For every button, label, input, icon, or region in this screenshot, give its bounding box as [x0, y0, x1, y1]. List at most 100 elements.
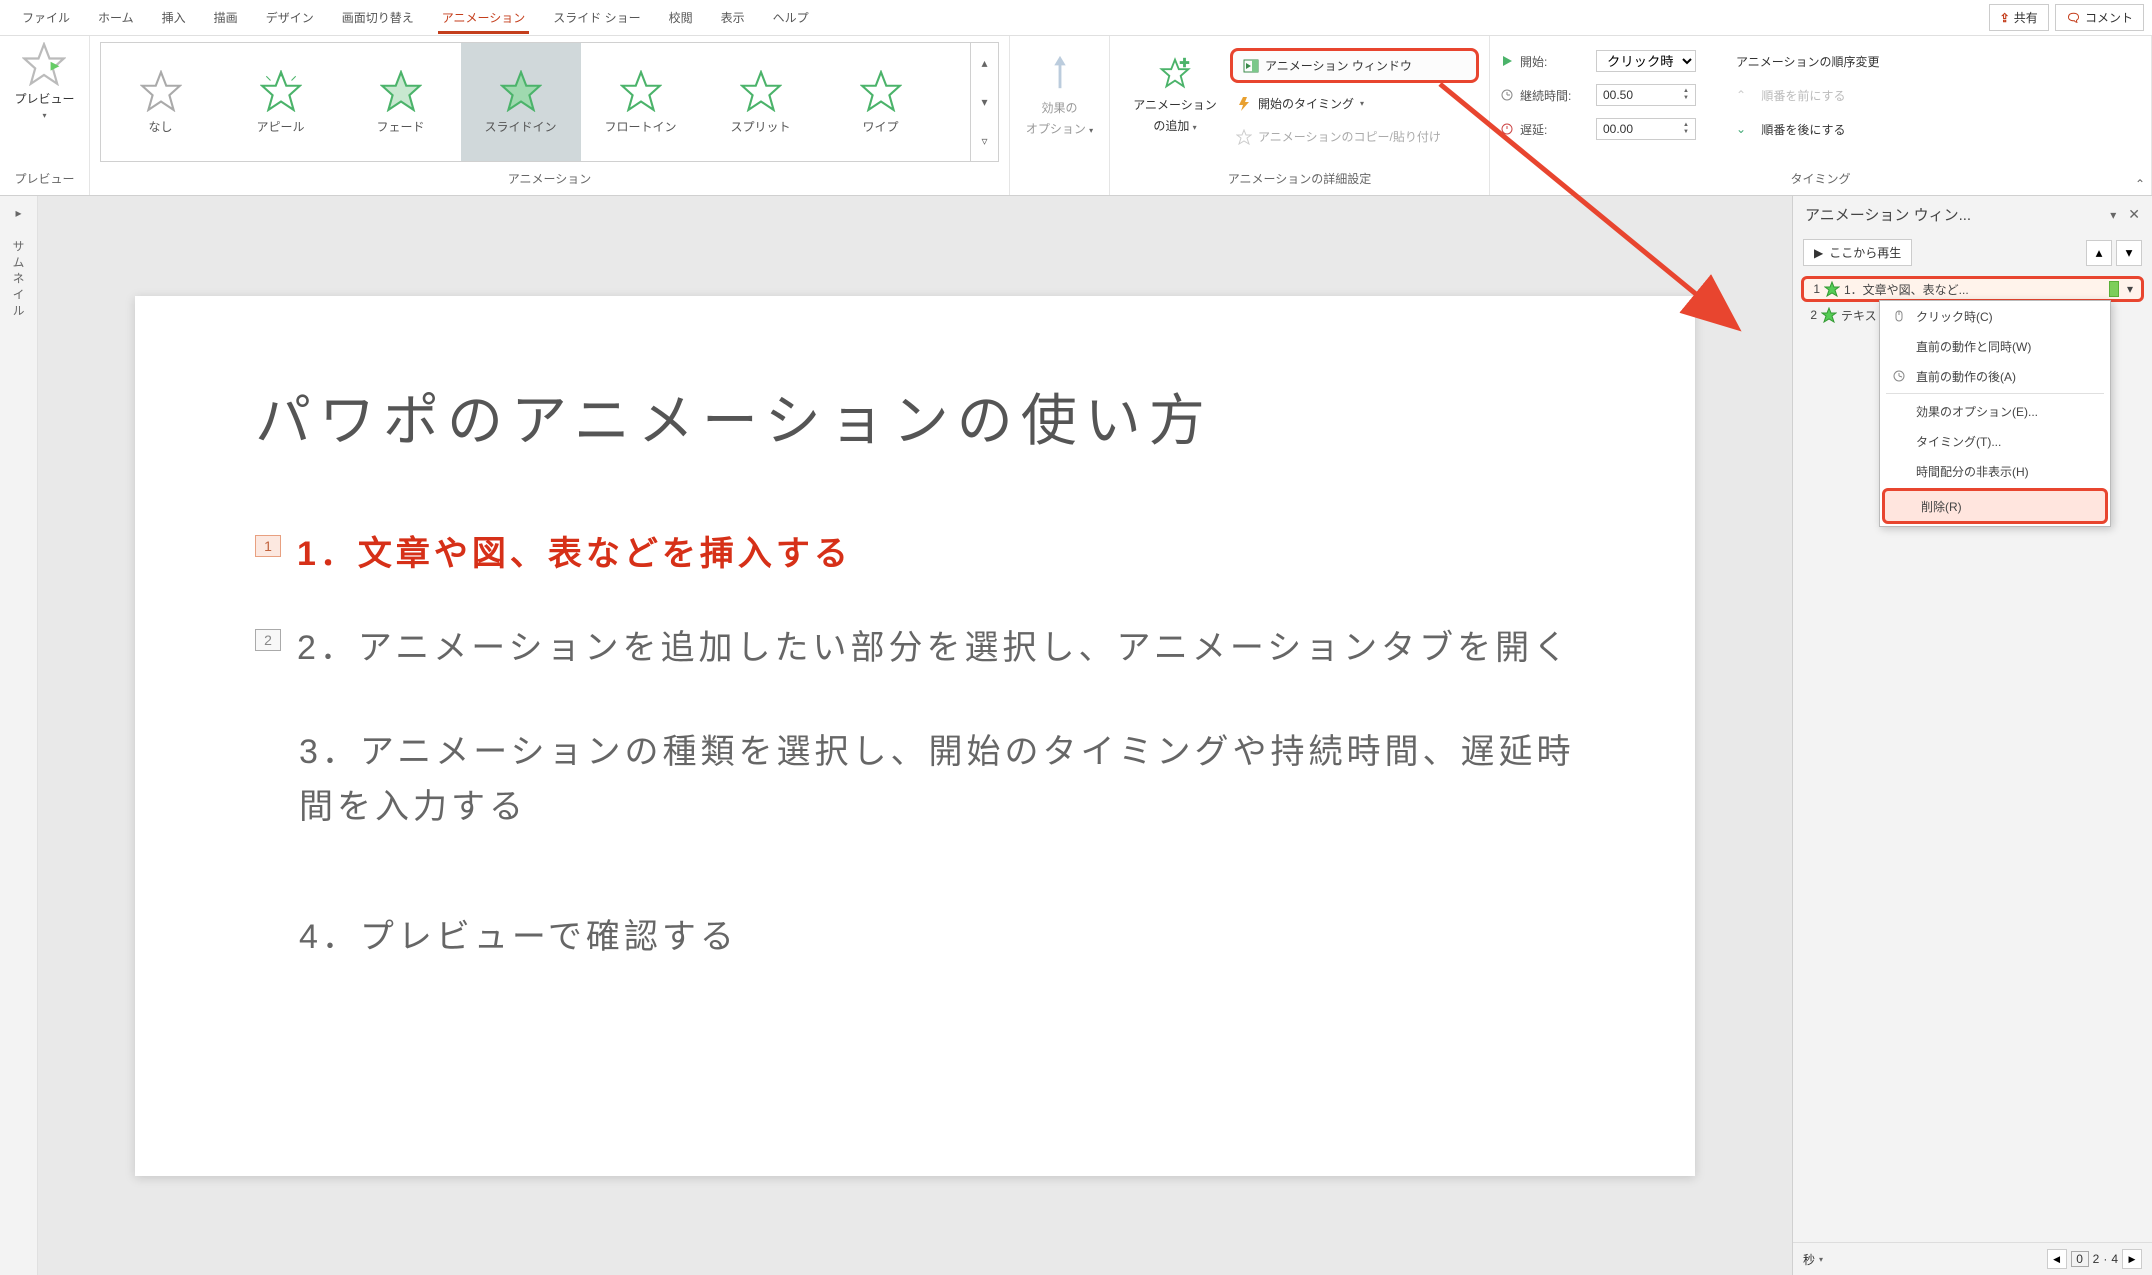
group-preview-label: プレビュー	[14, 170, 74, 191]
timeline-pos-2: 2	[2093, 1252, 2100, 1266]
thumbnail-strip[interactable]: ▸ サムネイル	[0, 196, 38, 1275]
group-timing: 開始: クリック時 継続時間: 00.50▲▼ 遅延: 00.00▲▼ アニメー…	[1490, 36, 2152, 195]
context-menu: クリック時(C) 直前の動作と同時(W) 直前の動作の後(A) 効果のオプション…	[1879, 300, 2111, 527]
anim-slidein[interactable]: スライドイン	[461, 43, 581, 161]
gallery-scroll-up-icon[interactable]: ▴	[971, 43, 998, 82]
expand-thumbnails-icon[interactable]: ▸	[15, 206, 21, 220]
add-animation-button[interactable]: アニメーション の追加 ▾	[1120, 42, 1230, 170]
timeline-current: 0	[2071, 1251, 2089, 1267]
gallery-more[interactable]: ▴ ▾ ▿	[970, 43, 998, 161]
duration-spinner[interactable]: 00.50▲▼	[1596, 84, 1696, 106]
animation-painter-button: アニメーションのコピー/貼り付け	[1230, 124, 1479, 149]
timeline-next-button[interactable]: ▶	[2122, 1249, 2142, 1269]
share-button[interactable]: ⇪共有	[1989, 4, 2049, 31]
anim-split[interactable]: スプリット	[701, 43, 821, 161]
star-icon	[1824, 281, 1840, 297]
cm-after-previous[interactable]: 直前の動作の後(A)	[1880, 361, 2110, 391]
group-advanced-label: アニメーションの詳細設定	[1120, 170, 1479, 191]
reorder-label: アニメーションの順序変更	[1736, 48, 1880, 74]
cm-on-click[interactable]: クリック時(C)	[1880, 301, 2110, 331]
move-earlier-button: ⌃ 順番を前にする	[1736, 82, 1880, 108]
gallery-expand-icon[interactable]: ▿	[971, 122, 998, 161]
delay-icon	[1500, 122, 1514, 136]
timeline-prev-button[interactable]: ◀	[2047, 1249, 2067, 1269]
effect-options-button: 効果の オプション ▾	[1026, 54, 1093, 137]
group-gallery-label: アニメーション	[100, 170, 999, 191]
play-from-here-button[interactable]: ▶ ここから再生	[1803, 239, 1912, 266]
anim-appear[interactable]: アピール	[221, 43, 341, 161]
pane-options-icon[interactable]: ▾	[2110, 208, 2116, 222]
anim-tag-2[interactable]: 2	[255, 629, 281, 651]
effect-arrow-icon	[1041, 54, 1079, 95]
cm-timing[interactable]: タイミング(T)...	[1880, 426, 2110, 456]
anim-tag-1[interactable]: 1	[255, 535, 281, 557]
anim-list-item-1[interactable]: 1 1．文章や図、表など... ▾	[1801, 276, 2144, 302]
timing-delay: 遅延: 00.00▲▼	[1500, 116, 1696, 142]
preview-star-icon	[22, 42, 66, 86]
animation-pane-title: アニメーション ウィン...	[1805, 204, 2104, 225]
anim-none[interactable]: なし	[101, 43, 221, 161]
tab-view[interactable]: 表示	[707, 0, 759, 36]
close-pane-icon[interactable]: ✕	[2128, 206, 2140, 223]
group-animation-gallery: なし アピール フェード スライドイン フロートイン	[90, 36, 1010, 195]
slide-bullet-2: 2．アニメーションを追加したい部分を選択し、アニメーションタブを開く	[297, 621, 1571, 675]
timeline-pos-4: 4	[2111, 1252, 2118, 1266]
timing-duration: 継続時間: 00.50▲▼	[1500, 82, 1696, 108]
move-down-button[interactable]: ▾	[2116, 240, 2142, 266]
tab-insert[interactable]: 挿入	[148, 0, 200, 36]
ribbon: プレビュー ▾ プレビュー なし アピール フェード	[0, 36, 2152, 196]
animation-pane-footer: 秒▾ ◀ 0 2 · 4 ▶	[1793, 1242, 2152, 1275]
anim-floatin[interactable]: フロートイン	[581, 43, 701, 161]
tab-animations[interactable]: アニメーション	[428, 0, 540, 36]
preview-button[interactable]: プレビュー ▾	[14, 42, 74, 120]
slide-canvas-area: パワポのアニメーションの使い方 1 1．文章や図、表などを挿入する 2 2．アニ…	[38, 196, 1792, 1275]
tab-design[interactable]: デザイン	[252, 0, 328, 36]
tab-home[interactable]: ホーム	[84, 0, 148, 36]
move-later-button[interactable]: ⌄ 順番を後にする	[1736, 116, 1880, 142]
start-select[interactable]: クリック時	[1596, 50, 1696, 72]
group-timing-label: タイミング	[1500, 170, 2141, 191]
tab-slideshow[interactable]: スライド ショー	[539, 0, 654, 36]
animation-list: 1 1．文章や図、表など... ▾ 2 テキスト クリック時(C) 直前	[1793, 272, 2152, 332]
tab-file[interactable]: ファイル	[8, 0, 84, 36]
seconds-label: 秒▾	[1803, 1251, 1823, 1268]
star-icon	[1821, 307, 1837, 323]
group-effect-options: 効果の オプション ▾	[1010, 36, 1110, 195]
tab-draw[interactable]: 描画	[200, 0, 252, 36]
trigger-button[interactable]: 開始のタイミング ▾	[1230, 91, 1479, 116]
anim-wipe[interactable]: ワイプ	[821, 43, 941, 161]
main-workspace: ▸ サムネイル パワポのアニメーションの使い方 1 1．文章や図、表などを挿入す…	[0, 196, 2152, 1275]
slide-bullet-4: 4．プレビューで確認する	[299, 910, 1575, 964]
timing-start: 開始: クリック時	[1500, 48, 1696, 74]
tab-help[interactable]: ヘルプ	[759, 0, 823, 36]
clock-icon	[1500, 88, 1514, 102]
play-icon	[1500, 54, 1514, 68]
item-dropdown-icon[interactable]: ▾	[2123, 282, 2137, 296]
group-preview: プレビュー ▾ プレビュー	[0, 36, 90, 195]
chevron-down-icon: ▾	[42, 111, 46, 120]
cm-with-previous[interactable]: 直前の動作と同時(W)	[1880, 331, 2110, 361]
delay-spinner[interactable]: 00.00▲▼	[1596, 118, 1696, 140]
preview-label: プレビュー	[14, 90, 74, 107]
duration-bar	[2109, 281, 2119, 297]
gallery-scroll-down-icon[interactable]: ▾	[971, 82, 998, 121]
anim-fade[interactable]: フェード	[341, 43, 461, 161]
slide-bullet-3: 3．アニメーションの種類を選択し、開始のタイミングや持続時間、遅延時間を入力する	[299, 725, 1575, 834]
slide-bullet-1: 1．文章や図、表などを挿入する	[297, 527, 852, 581]
comment-button[interactable]: 🗨コメント	[2055, 4, 2144, 31]
animation-pane: アニメーション ウィン... ▾ ✕ ▶ ここから再生 ▴ ▾ 1 1．文章や図…	[1792, 196, 2152, 1275]
slide[interactable]: パワポのアニメーションの使い方 1 1．文章や図、表などを挿入する 2 2．アニ…	[135, 296, 1695, 1176]
animation-pane-button[interactable]: アニメーション ウィンドウ	[1230, 48, 1479, 83]
play-icon: ▶	[1814, 246, 1823, 260]
tab-review[interactable]: 校閲	[655, 0, 707, 36]
mouse-icon	[1890, 307, 1908, 325]
move-up-button[interactable]: ▴	[2086, 240, 2112, 266]
tab-transitions[interactable]: 画面切り替え	[328, 0, 428, 36]
slide-title: パワポのアニメーションの使い方	[255, 376, 1575, 457]
cm-hide-timeline[interactable]: 時間配分の非表示(H)	[1880, 456, 2110, 486]
ribbon-tabs: ファイル ホーム 挿入 描画 デザイン 画面切り替え アニメーション スライド …	[0, 0, 2152, 36]
ribbon-collapse-icon[interactable]: ⌃	[2135, 177, 2145, 191]
cm-remove[interactable]: 削除(R)	[1882, 488, 2108, 524]
group-advanced-animation: アニメーション の追加 ▾ アニメーション ウィンドウ 開始のタイミング ▾ ア…	[1110, 36, 1490, 195]
cm-effect-options[interactable]: 効果のオプション(E)...	[1880, 396, 2110, 426]
